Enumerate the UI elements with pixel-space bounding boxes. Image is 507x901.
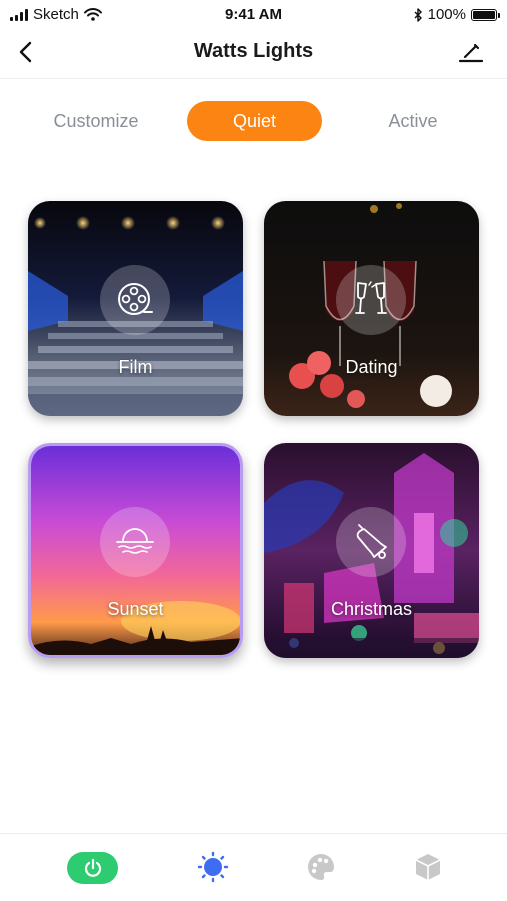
film-reel-icon: [118, 283, 153, 315]
champagne-glasses-icon: [355, 281, 387, 314]
power-button[interactable]: [67, 852, 118, 884]
scene-label: Dating: [345, 357, 398, 377]
scenes-nav-button[interactable]: [197, 851, 229, 883]
dating-icon-circle: [336, 265, 406, 335]
scene-card-christmas[interactable]: Christmas: [264, 443, 479, 658]
sunset-icon-circle: [100, 507, 170, 577]
edit-icon[interactable]: [457, 38, 485, 66]
scene-label: Sunset: [107, 599, 164, 619]
scene-label: Film: [118, 357, 153, 377]
mode-tabs: Customize Quiet Active: [0, 101, 507, 141]
tab-active[interactable]: Active: [358, 101, 468, 141]
tab-customize[interactable]: Customize: [40, 101, 152, 141]
scene-card-sunset[interactable]: Sunset: [28, 443, 243, 658]
sun-icon: [197, 851, 229, 883]
status-right: 100%: [414, 6, 500, 23]
scene-label: Christmas: [330, 599, 412, 619]
bell-icon: [356, 524, 387, 559]
palette-icon: [308, 854, 334, 880]
color-nav-button[interactable]: [305, 851, 337, 883]
power-icon: [84, 858, 101, 877]
page-title: Watts Lights: [193, 40, 314, 62]
tab-quiet[interactable]: Quiet: [187, 101, 322, 141]
bottom-nav: [0, 833, 507, 901]
scene-card-film[interactable]: Film: [28, 201, 243, 416]
battery-icon: [471, 8, 500, 21]
cube-icon: [415, 854, 441, 880]
battery-percent: 100%: [427, 6, 466, 23]
scene-card-dating[interactable]: Dating: [264, 201, 479, 416]
sunset-icon: [116, 528, 154, 554]
bluetooth-icon: [414, 7, 422, 22]
status-bar: Sketch 9:41 AM 100%: [0, 0, 507, 28]
christmas-icon-circle: [336, 507, 406, 577]
film-icon-circle: [100, 265, 170, 335]
nav-bar: Watts Lights: [0, 28, 507, 79]
device-nav-button[interactable]: [412, 851, 444, 883]
